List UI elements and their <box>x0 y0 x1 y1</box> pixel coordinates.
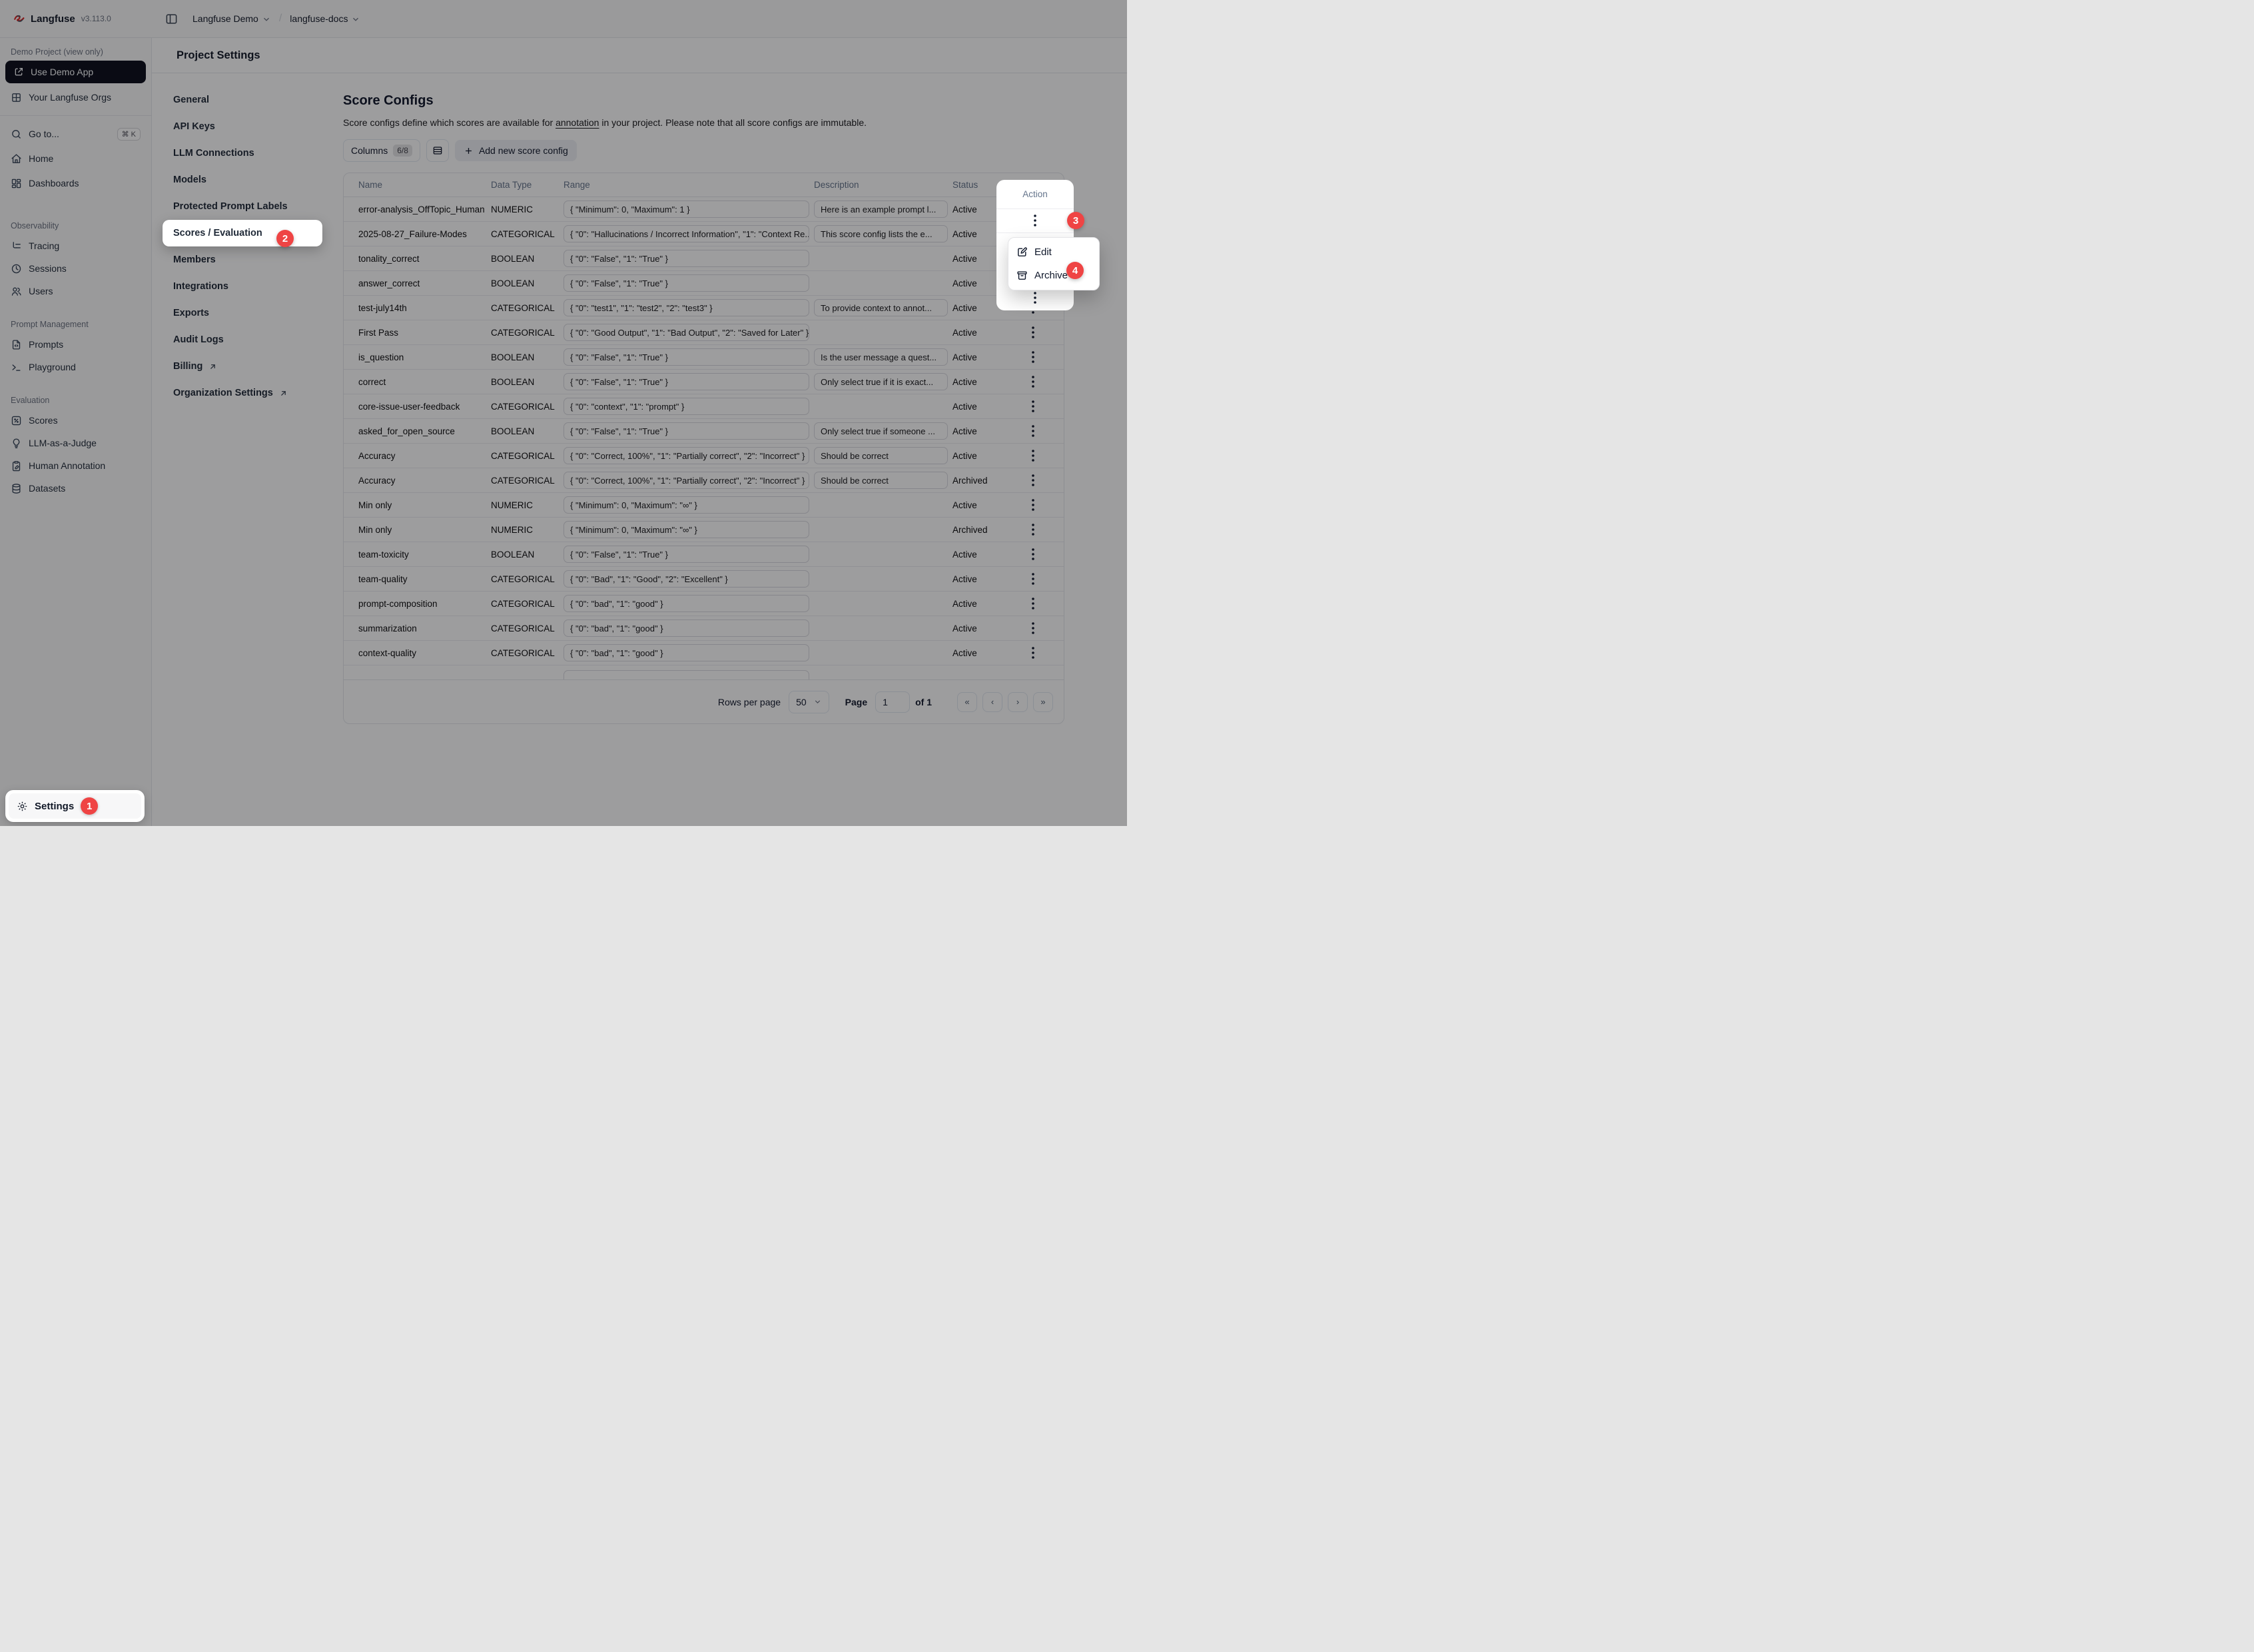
archive-icon <box>1016 270 1028 281</box>
menu-item-edit[interactable]: Edit <box>1011 240 1096 264</box>
row-actions-kebab-button[interactable] <box>1030 290 1040 305</box>
settings-nav-label: Scores / Evaluation <box>173 228 262 238</box>
settings-spotlight: Settings 1 <box>5 790 145 822</box>
menu-item-archive[interactable]: Archive <box>1011 264 1096 287</box>
sidebar-item-settings[interactable]: Settings 1 <box>9 793 141 819</box>
settings-nav-item-scores-evaluation[interactable]: Scores / Evaluation <box>163 220 322 246</box>
action-column-header: Action <box>996 180 1074 208</box>
step-badge-1: 1 <box>81 797 98 815</box>
menu-item-label: Archive <box>1034 270 1068 281</box>
edit-icon <box>1016 246 1028 258</box>
gear-icon <box>17 801 28 812</box>
step-badge-2: 2 <box>276 230 294 247</box>
row-actions-kebab-button[interactable] <box>1030 213 1040 228</box>
row-actions-menu: Edit Archive <box>1008 237 1100 290</box>
step-badge-4: 4 <box>1066 262 1084 279</box>
langfuse-app-window: Langfuse v3.113.0 Langfuse Demo / langfu… <box>0 0 1127 826</box>
kebab-icon <box>1030 213 1040 228</box>
kebab-icon <box>1030 290 1040 305</box>
step-badge-3: 3 <box>1067 212 1084 229</box>
tutorial-dim-overlay <box>0 0 1127 826</box>
menu-item-label: Edit <box>1034 246 1052 258</box>
